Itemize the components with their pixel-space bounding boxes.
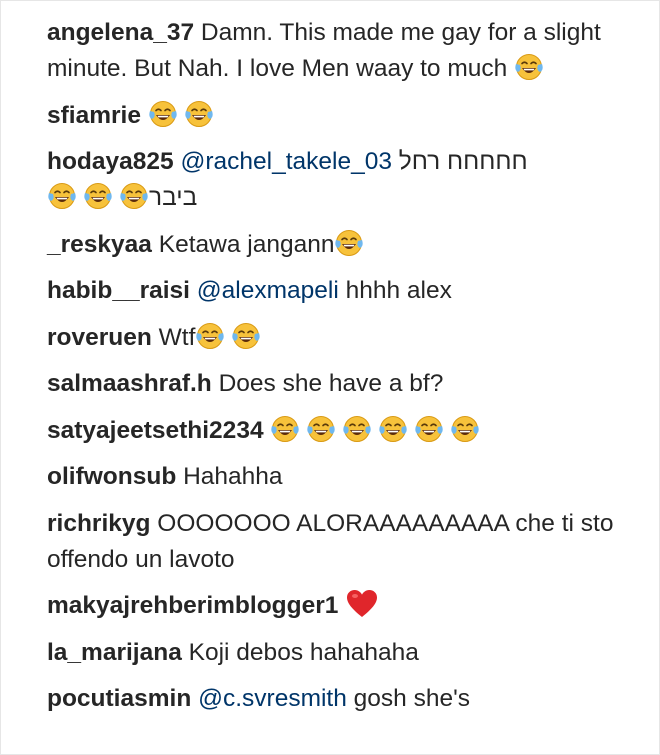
face-with-tears-of-joy-icon xyxy=(342,414,372,444)
comment-mention[interactable]: @alexmapeli xyxy=(197,277,339,304)
comment: makyajrehberimblogger1 xyxy=(47,588,622,624)
comment: habib__raisi @alexmapeli hhhh alex xyxy=(47,273,622,309)
face-with-tears-of-joy-icon xyxy=(514,52,544,82)
comment-text: Ketawa jangann xyxy=(151,230,335,258)
comment-username[interactable]: la_marijana xyxy=(47,639,182,666)
comment-username[interactable]: richrikyg xyxy=(47,510,151,537)
comment: _reskyaa Ketawa jangann xyxy=(47,227,622,263)
comment-username[interactable]: habib__raisi xyxy=(47,277,190,304)
comment-text: hhhh alex xyxy=(338,277,452,304)
comment-username[interactable]: _reskyaa xyxy=(47,231,152,258)
face-with-tears-of-joy-icon xyxy=(148,99,178,129)
comment-text: Hahahha xyxy=(176,463,283,490)
face-with-tears-of-joy-icon xyxy=(195,321,225,351)
face-with-tears-of-joy-icon xyxy=(83,181,113,211)
comment-list: angelena_37 Damn. This made me gay for a… xyxy=(47,15,622,728)
face-with-tears-of-joy-icon xyxy=(231,321,261,351)
face-with-tears-of-joy-icon xyxy=(270,414,300,444)
face-with-tears-of-joy-icon xyxy=(378,414,408,444)
comment: satyajeetsethi2234 xyxy=(47,413,622,449)
face-with-tears-of-joy-icon xyxy=(47,181,77,211)
comment-username[interactable]: satyajeetsethi2234 xyxy=(47,417,264,444)
comments-panel: angelena_37 Damn. This made me gay for a… xyxy=(0,0,660,755)
face-with-tears-of-joy-icon xyxy=(450,414,480,444)
comment-text: Wtf xyxy=(151,323,196,351)
comment-text: gosh she's xyxy=(346,685,471,712)
comment-text xyxy=(264,417,271,444)
comment-mention[interactable]: @rachel_takele_03 xyxy=(180,148,391,175)
comment-text-rtl: חחחחח רחל xyxy=(398,148,528,175)
comment-text-line: ביבר xyxy=(47,180,622,216)
comment-mention[interactable]: @c.svresmith xyxy=(198,685,347,712)
face-with-tears-of-joy-icon xyxy=(306,414,336,444)
comment: olifwonsub Hahahha xyxy=(47,459,622,495)
comment-username[interactable]: makyajrehberimblogger1 xyxy=(47,592,338,619)
face-with-tears-of-joy-icon xyxy=(414,414,444,444)
comment-username[interactable]: olifwonsub xyxy=(47,463,176,490)
red-heart-icon xyxy=(346,589,378,619)
comment-username[interactable]: angelena_37 xyxy=(47,19,194,46)
face-with-tears-of-joy-icon xyxy=(334,228,364,258)
comment-username[interactable]: hodaya825 xyxy=(47,148,174,175)
comment-username[interactable]: sfiamrie xyxy=(47,102,141,129)
comment-text: Koji debos hahahaha xyxy=(181,638,419,666)
comment-username[interactable]: pocutiasmin xyxy=(47,685,191,712)
comment: la_marijana Koji debos hahahaha xyxy=(47,635,622,671)
comment-text: Does she have a bf? xyxy=(211,370,444,397)
comment: richrikyg OOOOOOO ALORAAAAAAAAA che ti s… xyxy=(47,506,622,578)
face-with-tears-of-joy-icon xyxy=(119,181,149,211)
comment: roveruen Wtf xyxy=(47,320,622,356)
comment-text-rtl: ביבר xyxy=(149,184,198,211)
face-with-tears-of-joy-icon xyxy=(184,99,214,129)
comment: angelena_37 Damn. This made me gay for a… xyxy=(47,15,622,87)
comment: sfiamrie xyxy=(47,98,622,134)
comment-text xyxy=(141,102,148,129)
comment-username[interactable]: roveruen xyxy=(47,324,152,351)
comment-username[interactable]: salmaashraf.h xyxy=(47,370,212,397)
comment: hodaya825 @rachel_takele_03 חחחחח רחל בי… xyxy=(47,144,622,216)
comment: pocutiasmin @c.svresmith gosh she's xyxy=(47,681,622,717)
comment: salmaashraf.h Does she have a bf? xyxy=(47,366,622,402)
